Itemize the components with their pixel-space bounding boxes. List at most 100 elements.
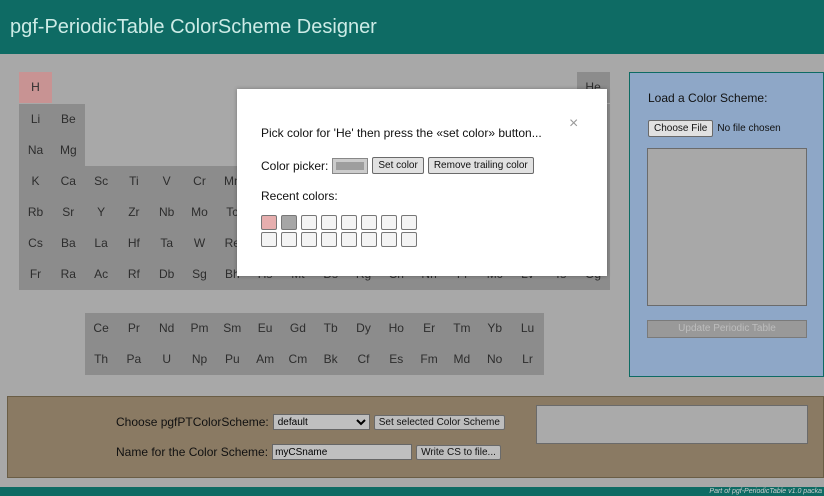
element-bk[interactable]: Bk [314, 344, 348, 375]
element-db[interactable]: Db [150, 259, 184, 290]
element-rf[interactable]: Rf [117, 259, 151, 290]
write-cs-button[interactable]: Write CS to file... [416, 444, 501, 460]
recent-color-swatch[interactable] [341, 232, 357, 247]
set-selected-scheme-button[interactable]: Set selected Color Scheme [373, 414, 505, 430]
element-cs[interactable]: Cs [19, 228, 52, 259]
recent-color-swatch[interactable] [381, 215, 397, 230]
element-es[interactable]: Es [379, 344, 413, 375]
recent-color-swatch[interactable] [301, 232, 317, 247]
element-na[interactable]: Na [19, 135, 52, 166]
element-th[interactable]: Th [84, 344, 118, 375]
element-dy[interactable]: Dy [347, 313, 380, 344]
recent-color-swatch[interactable] [401, 215, 417, 230]
element-ra[interactable]: Ra [51, 259, 85, 290]
scheme-controls-panel: Choose pgfPTColorScheme: default Set sel… [7, 396, 824, 478]
recent-color-swatch[interactable] [361, 215, 377, 230]
close-icon[interactable]: × [569, 115, 578, 133]
name-scheme-row: Name for the Color Scheme: Write CS to f… [116, 444, 501, 460]
element-rb[interactable]: Rb [19, 197, 52, 228]
choose-scheme-label: Choose pgfPTColorScheme: [116, 415, 269, 429]
color-picker-label: Color picker: [261, 158, 329, 173]
recent-colors-grid [261, 215, 419, 247]
choose-file-button[interactable]: Choose File [648, 120, 714, 137]
no-file-label: No file chosen [717, 123, 781, 134]
element-h[interactable]: H [19, 72, 52, 103]
element-mo[interactable]: Mo [183, 197, 216, 228]
recent-colors-label: Recent colors: [261, 189, 338, 203]
element-u[interactable]: U [150, 344, 184, 375]
color-picker-input[interactable] [332, 157, 369, 174]
scheme-name-input[interactable] [272, 444, 413, 460]
recent-color-swatch[interactable] [321, 215, 337, 230]
element-tb[interactable]: Tb [314, 313, 348, 344]
element-cf[interactable]: Cf [347, 344, 380, 375]
element-cm[interactable]: Cm [281, 344, 315, 375]
element-pu[interactable]: Pu [215, 344, 249, 375]
element-ta[interactable]: Ta [150, 228, 184, 259]
element-v[interactable]: V [150, 166, 184, 197]
element-nd[interactable]: Nd [150, 313, 184, 344]
choose-scheme-row: Choose pgfPTColorScheme: default Set sel… [116, 414, 505, 430]
recent-color-swatch[interactable] [301, 215, 317, 230]
element-ho[interactable]: Ho [379, 313, 413, 344]
element-hf[interactable]: Hf [117, 228, 151, 259]
element-sc[interactable]: Sc [84, 166, 118, 197]
element-eu[interactable]: Eu [248, 313, 282, 344]
element-no[interactable]: No [478, 344, 512, 375]
element-md[interactable]: Md [445, 344, 479, 375]
recent-color-swatch[interactable] [281, 232, 297, 247]
element-ti[interactable]: Ti [117, 166, 151, 197]
element-cr[interactable]: Cr [183, 166, 216, 197]
element-np[interactable]: Np [183, 344, 216, 375]
element-pm[interactable]: Pm [183, 313, 216, 344]
element-pr[interactable]: Pr [117, 313, 151, 344]
element-k[interactable]: K [19, 166, 52, 197]
recent-color-swatch[interactable] [261, 215, 277, 230]
load-scheme-panel: Load a Color Scheme: Choose File No file… [629, 72, 824, 377]
recent-color-swatch[interactable] [401, 232, 417, 247]
recent-color-swatch[interactable] [281, 215, 297, 230]
element-sr[interactable]: Sr [51, 197, 85, 228]
scheme-textarea[interactable] [647, 148, 807, 306]
element-ca[interactable]: Ca [51, 166, 85, 197]
recent-color-swatch[interactable] [321, 232, 337, 247]
element-li[interactable]: Li [19, 104, 52, 135]
element-yb[interactable]: Yb [478, 313, 512, 344]
element-lr[interactable]: Lr [511, 344, 544, 375]
element-ba[interactable]: Ba [51, 228, 85, 259]
recent-color-swatch[interactable] [261, 232, 277, 247]
element-pa[interactable]: Pa [117, 344, 151, 375]
recent-color-swatch[interactable] [361, 232, 377, 247]
element-er[interactable]: Er [412, 313, 446, 344]
color-picker-row: Color picker: Set color Remove trailing … [261, 157, 534, 174]
element-gd[interactable]: Gd [281, 313, 315, 344]
element-sm[interactable]: Sm [215, 313, 249, 344]
output-box [536, 405, 808, 444]
element-w[interactable]: W [183, 228, 216, 259]
element-la[interactable]: La [84, 228, 118, 259]
element-fm[interactable]: Fm [412, 344, 446, 375]
element-be[interactable]: Be [51, 104, 85, 135]
element-zr[interactable]: Zr [117, 197, 151, 228]
element-lu[interactable]: Lu [511, 313, 544, 344]
name-scheme-label: Name for the Color Scheme: [116, 445, 269, 459]
update-periodic-table-button[interactable]: Update Periodic Table [647, 320, 807, 338]
element-ac[interactable]: Ac [84, 259, 118, 290]
color-picker-dialog: × Pick color for 'He' then press the «se… [237, 89, 607, 276]
element-sg[interactable]: Sg [183, 259, 216, 290]
element-am[interactable]: Am [248, 344, 282, 375]
set-color-button[interactable]: Set color [372, 157, 424, 174]
element-nb[interactable]: Nb [150, 197, 184, 228]
element-fr[interactable]: Fr [19, 259, 52, 290]
footer-note: Part of pgf-PeriodicTable v1.0 packa [0, 487, 824, 496]
remove-trailing-color-button[interactable]: Remove trailing color [427, 157, 534, 174]
element-mg[interactable]: Mg [51, 135, 85, 166]
recent-color-swatch[interactable] [341, 215, 357, 230]
element-y[interactable]: Y [84, 197, 118, 228]
file-chooser: Choose File No file chosen [648, 120, 781, 137]
element-ce[interactable]: Ce [84, 313, 118, 344]
app: pgf-PeriodicTable ColorScheme Designer H… [0, 0, 824, 496]
recent-color-swatch[interactable] [381, 232, 397, 247]
scheme-select[interactable]: default [272, 414, 370, 430]
element-tm[interactable]: Tm [445, 313, 479, 344]
